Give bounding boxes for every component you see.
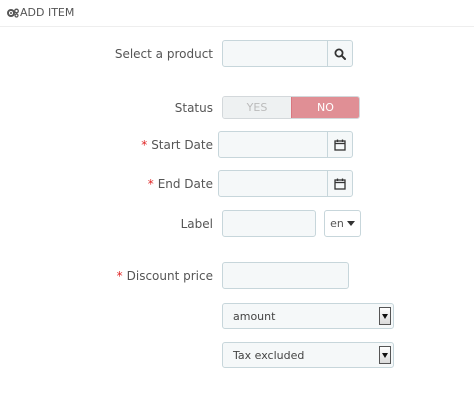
start-date-calendar-button[interactable]	[327, 131, 353, 158]
discount-price-label-text: Discount price	[126, 269, 213, 283]
status-label: Status	[174, 101, 213, 115]
end-date-calendar-button[interactable]	[327, 170, 353, 197]
end-date-label: * End Date	[148, 177, 213, 191]
discount-price-input[interactable]	[223, 263, 348, 288]
language-dropdown-button[interactable]: en	[324, 210, 361, 237]
panel-title: ADD ITEM	[20, 6, 75, 19]
item-label-field[interactable]	[222, 210, 316, 237]
status-no-option[interactable]: NO	[291, 97, 359, 118]
start-date-input[interactable]	[219, 132, 327, 157]
panel-header: ADD ITEM	[0, 0, 474, 27]
search-icon	[334, 48, 346, 60]
reduction-type-value: amount	[233, 310, 276, 323]
item-label-input[interactable]	[223, 211, 315, 236]
start-date-label-text: Start Date	[151, 138, 213, 152]
product-label: Select a product	[114, 47, 213, 61]
required-mark: *	[141, 138, 148, 152]
language-code: en	[330, 217, 344, 230]
status-yes-option[interactable]: YES	[223, 97, 291, 118]
add-item-panel: ADD ITEM Select a product Status YES NO …	[0, 0, 474, 395]
product-search-button[interactable]	[327, 40, 353, 67]
calendar-icon	[334, 178, 346, 190]
discount-price-field[interactable]	[222, 262, 349, 289]
calendar-icon	[334, 139, 346, 151]
caret-down-icon	[346, 221, 355, 226]
start-date-label: * Start Date	[141, 138, 213, 152]
required-mark: *	[116, 269, 123, 283]
select-arrow-icon[interactable]	[379, 346, 391, 364]
end-date-field[interactable]	[218, 170, 328, 197]
product-search-field[interactable]	[222, 40, 328, 67]
start-date-field[interactable]	[218, 131, 328, 158]
product-search-input[interactable]	[223, 41, 327, 66]
status-toggle[interactable]: YES NO	[222, 96, 360, 119]
item-label-label: Label	[180, 217, 213, 231]
select-arrow-icon[interactable]	[379, 307, 391, 325]
tax-value: Tax excluded	[233, 349, 305, 362]
reduction-type-select[interactable]: amount	[222, 303, 394, 329]
discount-price-label: * Discount price	[117, 269, 213, 283]
required-mark: *	[147, 177, 154, 191]
end-date-label-text: End Date	[157, 177, 213, 191]
end-date-input[interactable]	[219, 171, 327, 196]
tax-select[interactable]: Tax excluded	[222, 342, 394, 368]
gears-icon	[7, 8, 19, 18]
